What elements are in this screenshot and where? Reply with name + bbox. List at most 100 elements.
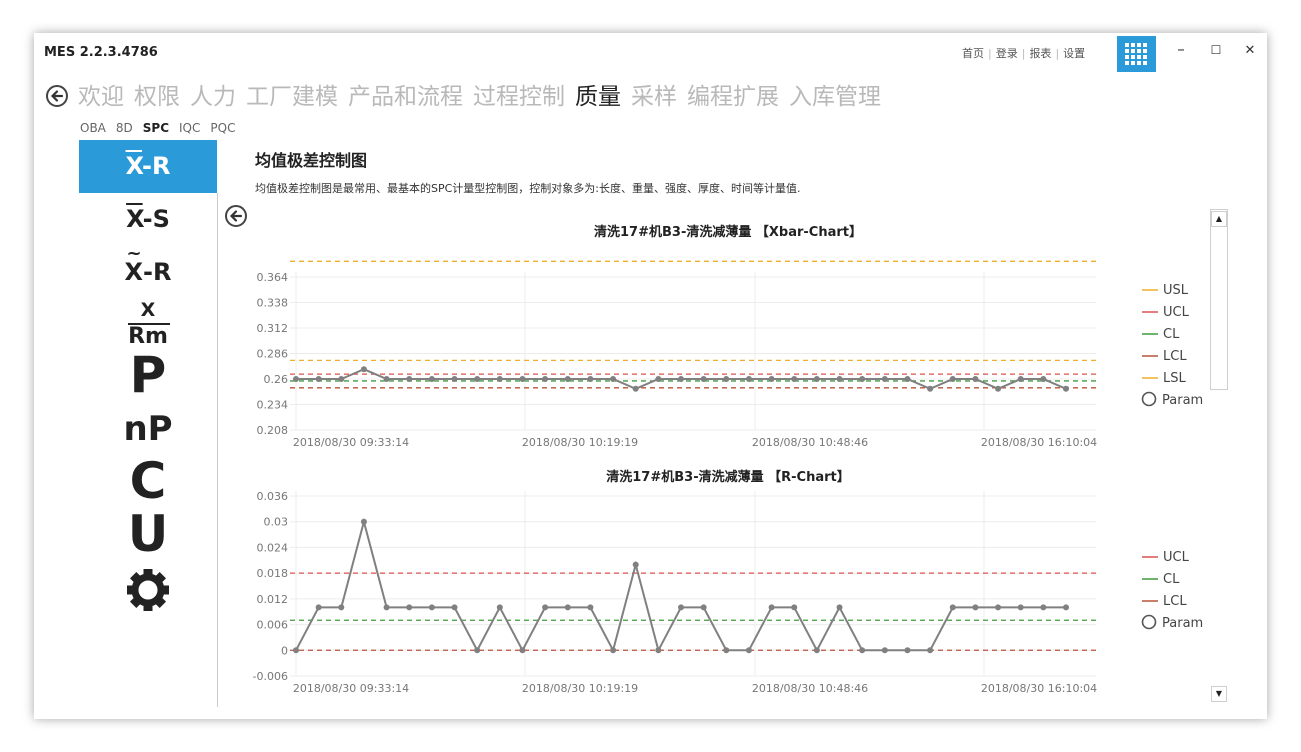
data-point [428,604,435,611]
data-point [406,376,413,382]
data-point [859,647,866,654]
y-tick-label: 0.364 [257,271,289,284]
data-point [927,385,934,392]
legend-swatch [1141,614,1157,630]
legend-label: LSL [1163,371,1186,386]
legend-label: UCL [1163,550,1190,565]
x-tick-label: 2018/08/30 16:10:04 [981,682,1097,695]
scrollbar-track[interactable] [1210,209,1228,390]
data-point [949,376,956,382]
data-point [451,604,458,611]
data-point [904,647,911,654]
x-tick-label: 2018/08/30 10:19:19 [522,682,638,695]
data-point [768,376,775,382]
data-point [587,604,594,611]
data-point [995,385,1002,392]
data-point [542,604,549,611]
data-point [632,385,639,392]
data-point [632,561,639,568]
y-tick-label: 0.006 [257,619,289,632]
data-point [927,647,934,654]
data-point [678,376,684,382]
data-point [1063,604,1069,611]
data-point [723,376,730,382]
data-point [338,376,345,382]
legend-label: USL [1163,283,1189,298]
data-point [836,604,843,611]
data-point [678,604,684,611]
data-point [723,647,730,654]
data-point [972,604,979,611]
x-tick-label: 2018/08/30 10:48:46 [752,436,868,449]
data-point [655,647,662,654]
data-point [791,604,798,611]
legend-label: UCL [1163,305,1190,320]
y-tick-label: 0.012 [257,593,289,606]
x-tick-label: 2018/08/30 16:10:04 [981,436,1097,449]
data-point [700,376,707,382]
x-tick-label: 2018/08/30 10:48:46 [752,682,868,695]
legend-label: LCL [1163,594,1187,609]
data-point [791,376,798,382]
y-tick-label: 0.03 [264,516,289,529]
y-tick-label: 0.208 [257,424,289,437]
data-point [564,604,571,611]
data-point [474,376,481,382]
data-point [610,647,617,654]
legend-label: CL [1163,572,1180,587]
data-point [383,604,390,611]
data-point [519,647,526,654]
data-point [451,376,458,382]
data-point [745,647,752,654]
data-point [542,376,549,382]
triangle-down-icon: ▼ [1215,689,1223,698]
data-point [360,518,367,525]
data-point [496,604,503,611]
data-point [519,376,526,382]
data-point [564,376,571,382]
y-tick-label: 0.036 [257,490,289,503]
data-point [745,376,752,382]
data-point [610,376,617,382]
y-tick-label: 0.312 [257,322,289,335]
data-point [1063,385,1069,392]
data-point [1040,376,1047,382]
y-tick-label: 0.234 [257,399,289,412]
data-point [1040,604,1047,611]
data-point [972,376,979,382]
data-point [995,604,1002,611]
legend-label: Param [1162,616,1203,631]
data-point [496,376,503,382]
triangle-up-icon: ▲ [1215,214,1223,223]
scroll-down-button[interactable]: ▼ [1211,686,1227,702]
data-point [768,604,775,611]
data-point [338,604,345,611]
data-point [293,647,299,654]
data-point [360,366,367,373]
scroll-up-button[interactable]: ▲ [1211,211,1227,227]
y-tick-label: 0.338 [257,297,289,310]
data-point [474,647,481,654]
data-point [587,376,594,382]
data-point [315,376,322,382]
y-tick-label: 0 [281,644,288,657]
legend-label: Param [1162,393,1203,408]
x-tick-label: 2018/08/30 09:33:14 [293,436,409,449]
y-tick-label: -0.006 [253,670,288,683]
data-point [1017,604,1024,611]
data-point [813,376,820,382]
spc-charts: 清洗17#机B3-清洗减薄量 【Xbar-Chart】 0.208 0.234 0.2… [253,224,1204,695]
data-point [1017,376,1024,382]
data-point [293,376,299,382]
x-tick-label: 2018/08/30 09:33:14 [293,682,409,695]
data-point [949,604,956,611]
y-tick-label: 0.024 [257,541,289,554]
data-point [406,604,413,611]
data-point [881,376,888,382]
legend-label: CL [1163,327,1180,342]
data-point [836,376,843,382]
y-tick-label: 0.018 [257,567,289,580]
data-point [813,647,820,654]
series-line [295,517,1066,654]
data-point [859,376,866,382]
